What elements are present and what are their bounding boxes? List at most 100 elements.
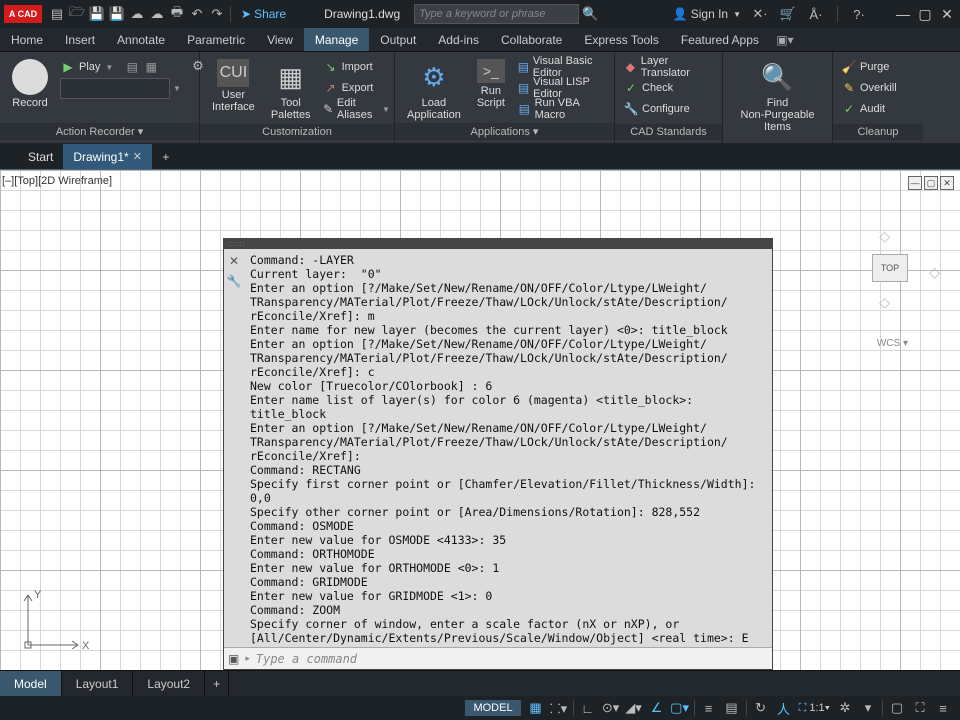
sb-scale[interactable]: ⛶ 1:1▾ xyxy=(796,702,833,715)
tab-parametric[interactable]: Parametric xyxy=(176,28,256,51)
save-icon[interactable]: 💾 xyxy=(88,5,106,23)
sb-cycle-icon[interactable]: ↻ xyxy=(750,698,772,718)
drawing-tab[interactable]: Drawing1*✕ xyxy=(63,144,153,169)
sb-snap-icon[interactable]: ⸬▾ xyxy=(548,698,570,718)
drawing-canvas[interactable]: [–][Top][2D Wireframe] — ▢ ✕ ◇ ◇ TOP ◇ W… xyxy=(0,170,960,670)
sb-modelspace[interactable]: MODEL xyxy=(465,700,520,716)
sb-ws-icon[interactable]: ▢ xyxy=(886,698,908,718)
tab-featured[interactable]: Featured Apps xyxy=(670,28,770,51)
vb-editor-button[interactable]: ▤Visual Basic Editor xyxy=(515,57,608,77)
find-nonpurgeable-button[interactable]: 🔍Find Non-Purgeable Items xyxy=(729,57,826,135)
cart-icon[interactable]: 🛒 xyxy=(779,5,797,23)
tab-extra-icon[interactable]: ▣▾ xyxy=(770,28,800,51)
layer-translator-button[interactable]: ◆Layer Translator xyxy=(621,57,716,77)
web-open-icon[interactable]: ☁ xyxy=(128,5,146,23)
command-window[interactable]: :::::: ✕🔧 Command: -LAYER Current layer:… xyxy=(223,238,773,670)
import-button[interactable]: ↘Import xyxy=(321,57,392,77)
overkill-button[interactable]: ✎Overkill xyxy=(839,78,899,98)
layout-2[interactable]: Layout2 xyxy=(133,671,205,696)
app-logo[interactable]: A CAD xyxy=(4,5,42,23)
close-tab-icon[interactable]: ✕ xyxy=(133,150,142,163)
cmd-options-icon[interactable]: 🔧 xyxy=(227,274,242,288)
play-button[interactable]: ▶Play▼▤▦ xyxy=(58,57,183,77)
tab-manage[interactable]: Manage xyxy=(304,28,369,51)
grip-icon[interactable]: :::::: xyxy=(228,241,246,248)
restore-button[interactable]: ▢ xyxy=(916,5,934,23)
load-app-button[interactable]: ⚙Load Application xyxy=(401,57,467,123)
search-icon[interactable]: 🔍 xyxy=(581,5,599,23)
open-icon[interactable]: 🗁 xyxy=(68,5,86,23)
check-button[interactable]: ✓Check xyxy=(621,78,716,98)
sb-polar-icon[interactable]: ⊙▾ xyxy=(600,698,622,718)
signin-button[interactable]: 👤Sign In▼ xyxy=(673,7,741,21)
sb-grid-icon[interactable]: ▦ xyxy=(525,698,547,718)
layout-1[interactable]: Layout1 xyxy=(62,671,134,696)
close-button[interactable]: ✕ xyxy=(938,5,956,23)
tab-collaborate[interactable]: Collaborate xyxy=(490,28,573,51)
tab-insert[interactable]: Insert xyxy=(54,28,106,51)
undo-icon[interactable]: ↶ xyxy=(188,5,206,23)
macro-dropdown[interactable] xyxy=(60,78,170,99)
purge-button[interactable]: 🧹Purge xyxy=(839,57,899,77)
tab-output[interactable]: Output xyxy=(369,28,427,51)
web-save-icon[interactable]: ☁ xyxy=(148,5,166,23)
viewcube-top[interactable]: TOP xyxy=(872,254,908,282)
configure-button[interactable]: 🔧Configure xyxy=(621,99,716,119)
tab-home[interactable]: Home xyxy=(0,28,54,51)
tab-view[interactable]: View xyxy=(256,28,304,51)
cube-n-icon[interactable]: ◇ xyxy=(879,228,890,245)
saveas-icon[interactable]: 💾 xyxy=(108,5,126,23)
start-tab[interactable]: Start xyxy=(18,144,63,169)
layout-add[interactable]: + xyxy=(205,671,229,696)
vp-close-icon[interactable]: ✕ xyxy=(940,176,954,190)
plot-icon[interactable]: 🖶 xyxy=(168,5,186,23)
sb-lwt-icon[interactable]: ≡ xyxy=(698,698,720,718)
palette-icon: ▦ xyxy=(273,59,309,95)
play-opt2-icon[interactable]: ▦ xyxy=(143,59,159,75)
record-button[interactable]: Record xyxy=(6,57,54,111)
vp-max-icon[interactable]: ▢ xyxy=(924,176,938,190)
audit-button[interactable]: ✓Audit xyxy=(839,99,899,119)
cui-button[interactable]: CUIUser Interface xyxy=(206,57,261,115)
exchange-icon[interactable]: ✕· xyxy=(751,5,769,23)
redo-icon[interactable]: ↷ xyxy=(208,5,226,23)
sb-transp-icon[interactable]: ▤ xyxy=(721,698,743,718)
sb-custom-icon[interactable]: ≡ xyxy=(932,698,954,718)
panel-applications[interactable]: Applications ▾ xyxy=(395,123,614,140)
cube-e-icon[interactable]: ◇ xyxy=(929,264,940,281)
cmd-prompt-icon: ▣ xyxy=(228,652,239,666)
minimize-button[interactable]: — xyxy=(894,5,912,23)
new-icon[interactable]: ▤ xyxy=(48,5,66,23)
wcs-label[interactable]: WCS ▾ xyxy=(877,338,908,349)
tab-annotate[interactable]: Annotate xyxy=(106,28,176,51)
sb-gear-icon[interactable]: ✲ xyxy=(834,698,856,718)
layout-model[interactable]: Model xyxy=(0,671,62,696)
vba-macro-button[interactable]: ▤Run VBA Macro xyxy=(515,99,608,119)
vp-min-icon[interactable]: — xyxy=(908,176,922,190)
help-icon[interactable]: ?· xyxy=(850,5,868,23)
sb-max-icon[interactable]: ⛶ xyxy=(909,698,931,718)
panel-action-recorder[interactable]: Action Recorder ▾ xyxy=(0,123,199,140)
help-search-input[interactable]: Type a keyword or phrase xyxy=(414,4,579,24)
sb-osnap-icon[interactable]: ▢▾ xyxy=(669,698,691,718)
play-opt1-icon[interactable]: ▤ xyxy=(124,59,140,75)
viewport-label[interactable]: [–][Top][2D Wireframe] xyxy=(0,174,114,188)
sb-iso-icon[interactable]: ◢▾ xyxy=(623,698,645,718)
lisp-editor-button[interactable]: ▤Visual LISP Editor xyxy=(515,78,608,98)
palettes-button[interactable]: ▦Tool Palettes xyxy=(265,57,317,123)
tab-express[interactable]: Express Tools xyxy=(573,28,669,51)
sb-ortho-icon[interactable]: ∟ xyxy=(577,698,599,718)
cube-s-icon[interactable]: ◇ xyxy=(879,294,890,311)
command-input[interactable]: Type a command xyxy=(256,652,768,666)
sb-otrack-icon[interactable]: ∠ xyxy=(646,698,668,718)
share-button[interactable]: ➤Share xyxy=(241,7,286,21)
aliases-button[interactable]: ✎Edit Aliases▼ xyxy=(321,99,392,119)
sb-annoscale-icon[interactable]: 人 xyxy=(773,698,795,718)
tab-addins[interactable]: Add-ins xyxy=(427,28,490,51)
export-button[interactable]: ↗Export xyxy=(321,78,392,98)
sb-qp-icon[interactable]: ▾ xyxy=(857,698,879,718)
cmd-close-icon[interactable]: ✕ xyxy=(229,254,239,268)
account-icon[interactable]: Å· xyxy=(807,5,825,23)
new-tab-button[interactable]: + xyxy=(153,144,179,169)
run-script-button[interactable]: >_Run Script xyxy=(471,57,511,111)
